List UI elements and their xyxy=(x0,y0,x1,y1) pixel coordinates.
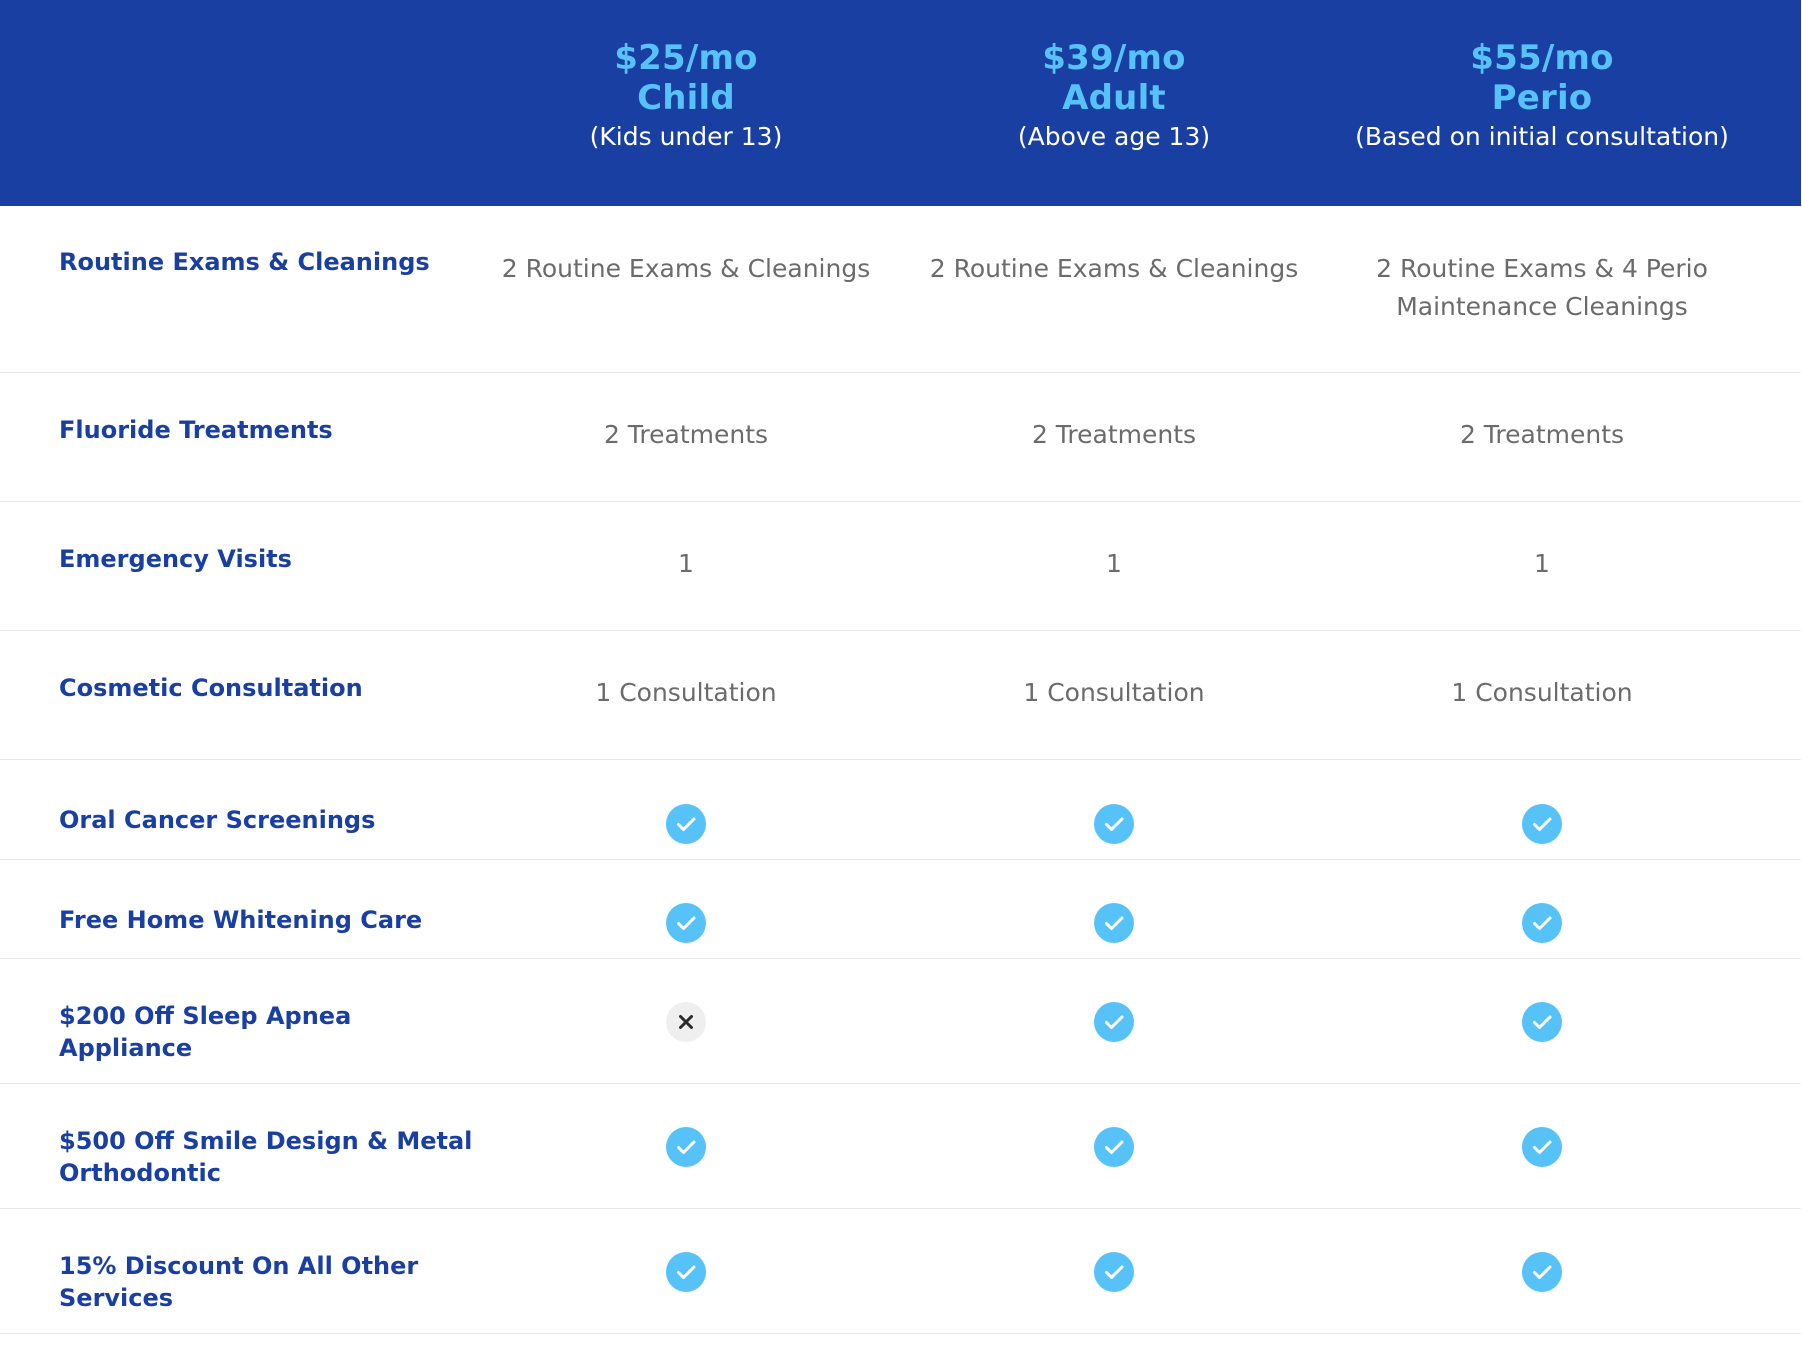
plan-subtitle: (Based on initial consultation) xyxy=(1355,122,1729,151)
table-row: Free Home Whitening Care xyxy=(0,860,1801,959)
row-label: Oral Cancer Screenings xyxy=(59,806,376,834)
table-row: Routine Exams & Cleanings 2 Routine Exam… xyxy=(0,206,1801,373)
table-row: Fluoride Treatments 2 Treatments 2 Treat… xyxy=(0,373,1801,502)
plans-header: $25/mo Child (Kids under 13) $39/mo Adul… xyxy=(0,0,1801,206)
row-label: $500 Off Smile Design & Metal Orthodonti… xyxy=(59,1127,473,1187)
table-row: 15% Discount On All Other Services xyxy=(0,1209,1801,1334)
plan-subtitle: (Above age 13) xyxy=(1017,122,1211,151)
check-icon xyxy=(666,1127,706,1167)
check-icon xyxy=(1522,1252,1562,1292)
row-label: Routine Exams & Cleanings xyxy=(59,248,430,276)
table-row: Emergency Visits 1 1 1 xyxy=(0,502,1801,631)
check-icon xyxy=(666,903,706,943)
row-value: 2 Routine Exams & Cleanings xyxy=(929,254,1299,283)
x-icon xyxy=(666,1002,706,1042)
plan-name: Adult xyxy=(1062,78,1166,118)
table-row: Oral Cancer Screenings xyxy=(0,760,1801,860)
check-icon xyxy=(1094,1002,1134,1042)
check-icon xyxy=(1522,903,1562,943)
row-label: Fluoride Treatments xyxy=(59,416,333,444)
row-value: 2 Routine Exams & Cleanings xyxy=(501,254,871,283)
table-row: $500 Off Smile Design & Metal Orthodonti… xyxy=(0,1084,1801,1209)
row-value: 2 Routine Exams & 4 Perio Maintenance Cl… xyxy=(1376,254,1708,321)
row-label: Free Home Whitening Care xyxy=(59,906,423,934)
membership-plans-page: $25/mo Child (Kids under 13) $39/mo Adul… xyxy=(0,0,1802,1362)
row-label: 15% Discount On All Other Services xyxy=(59,1252,419,1312)
check-icon xyxy=(666,1252,706,1292)
plan-price: $55/mo xyxy=(1470,38,1614,78)
plan-price: $25/mo xyxy=(614,38,758,78)
row-value: 2 Treatments xyxy=(1459,420,1625,449)
check-icon xyxy=(1522,1127,1562,1167)
plan-name: Child xyxy=(637,78,735,118)
row-value: 2 Treatments xyxy=(1031,420,1197,449)
row-value: 1 Consultation xyxy=(595,678,777,707)
check-icon xyxy=(1522,1002,1562,1042)
row-value: 1 xyxy=(1106,549,1122,578)
table-row: $200 Off Sleep Apnea Appliance xyxy=(0,959,1801,1084)
row-label: $200 Off Sleep Apnea Appliance xyxy=(59,1002,352,1062)
table-row: Cosmetic Consultation 1 Consultation 1 C… xyxy=(0,631,1801,760)
plan-name: Perio xyxy=(1491,78,1593,118)
check-icon xyxy=(1094,903,1134,943)
check-icon xyxy=(1094,1252,1134,1292)
check-icon xyxy=(1522,804,1562,844)
check-icon xyxy=(666,804,706,844)
row-value: 2 Treatments xyxy=(603,420,769,449)
plan-price: $39/mo xyxy=(1042,38,1186,78)
row-label: Emergency Visits xyxy=(59,545,292,573)
check-icon xyxy=(1094,804,1134,844)
plan-child: $25/mo Child (Kids under 13) xyxy=(471,38,901,153)
row-value: 1 Consultation xyxy=(1023,678,1205,707)
plan-perio: $55/mo Perio (Based on initial consultat… xyxy=(1327,38,1757,153)
plan-adult: $39/mo Adult (Above age 13) xyxy=(899,38,1329,153)
row-label: Cosmetic Consultation xyxy=(59,674,363,702)
row-value: 1 xyxy=(1534,549,1550,578)
plan-subtitle: (Kids under 13) xyxy=(589,122,783,151)
row-value: 1 Consultation xyxy=(1451,678,1633,707)
row-value: 1 xyxy=(678,549,694,578)
check-icon xyxy=(1094,1127,1134,1167)
